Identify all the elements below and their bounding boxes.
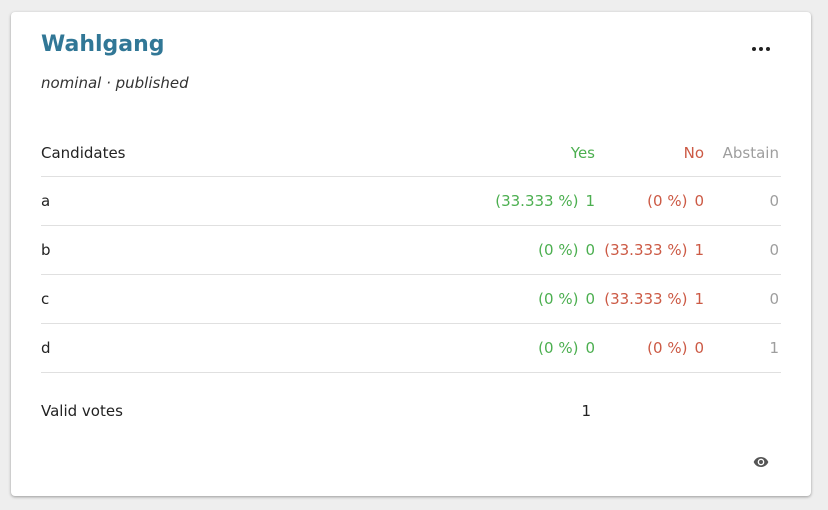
no-count: 1 — [694, 290, 704, 308]
yes-result: (0 %) 0 — [538, 324, 595, 372]
valid-votes-row: Valid votes 1 — [41, 398, 781, 426]
results-table: Candidates Yes No Abstain a (33.333 %) 1… — [41, 130, 781, 373]
no-percent: (33.333 %) — [604, 241, 688, 259]
yes-result: (0 %) 0 — [538, 275, 595, 323]
candidate-name: c — [41, 290, 50, 308]
yes-result: (33.333 %) 1 — [495, 177, 595, 225]
yes-count: 0 — [585, 290, 595, 308]
yes-percent: (33.333 %) — [495, 192, 579, 210]
header-candidates: Candidates — [41, 144, 126, 162]
yes-count: 0 — [585, 339, 595, 357]
table-row: b (0 %) 0 (33.333 %) 1 0 — [41, 226, 781, 275]
yes-count: 0 — [585, 241, 595, 259]
abstain-count: 0 — [769, 290, 779, 308]
no-result: (33.333 %) 1 — [604, 226, 704, 274]
yes-result: (0 %) 0 — [538, 226, 595, 274]
more-horizontal-icon — [752, 47, 756, 51]
yes-percent: (0 %) — [538, 339, 579, 357]
poll-card: Wahlgang nominal · published Candidates … — [11, 12, 811, 496]
valid-votes-value: 1 — [581, 402, 591, 420]
abstain-count: 1 — [769, 339, 779, 357]
more-horizontal-icon-dot-3 — [766, 47, 770, 51]
candidate-name: d — [41, 339, 51, 357]
no-count: 0 — [694, 192, 704, 210]
abstain-count: 0 — [769, 241, 779, 259]
table-header-row: Candidates Yes No Abstain — [41, 130, 781, 177]
candidate-name: a — [41, 192, 51, 210]
no-count: 1 — [694, 241, 704, 259]
abstain-count: 0 — [769, 192, 779, 210]
no-percent: (0 %) — [647, 339, 688, 357]
header-no: No — [683, 144, 704, 162]
table-row: c (0 %) 0 (33.333 %) 1 0 — [41, 275, 781, 324]
header-abstain: Abstain — [722, 144, 779, 162]
header-yes: Yes — [570, 144, 595, 162]
no-result: (0 %) 0 — [647, 177, 704, 225]
table-row: d (0 %) 0 (0 %) 0 1 — [41, 324, 781, 373]
no-percent: (33.333 %) — [604, 290, 688, 308]
eye-icon-graphic — [753, 457, 769, 467]
eye-icon[interactable] — [751, 454, 771, 470]
no-percent: (0 %) — [647, 192, 688, 210]
valid-votes-label: Valid votes — [41, 402, 123, 420]
yes-count: 1 — [585, 192, 595, 210]
table-row: a (33.333 %) 1 (0 %) 0 0 — [41, 177, 781, 226]
candidate-name: b — [41, 241, 51, 259]
more-menu-button[interactable] — [744, 34, 778, 64]
yes-percent: (0 %) — [538, 290, 579, 308]
yes-percent: (0 %) — [538, 241, 579, 259]
more-horizontal-icon-dot-2 — [759, 47, 763, 51]
poll-subtitle: nominal · published — [41, 74, 189, 92]
no-result: (33.333 %) 1 — [604, 275, 704, 323]
poll-title[interactable]: Wahlgang — [41, 32, 165, 57]
no-count: 0 — [694, 339, 704, 357]
no-result: (0 %) 0 — [647, 324, 704, 372]
